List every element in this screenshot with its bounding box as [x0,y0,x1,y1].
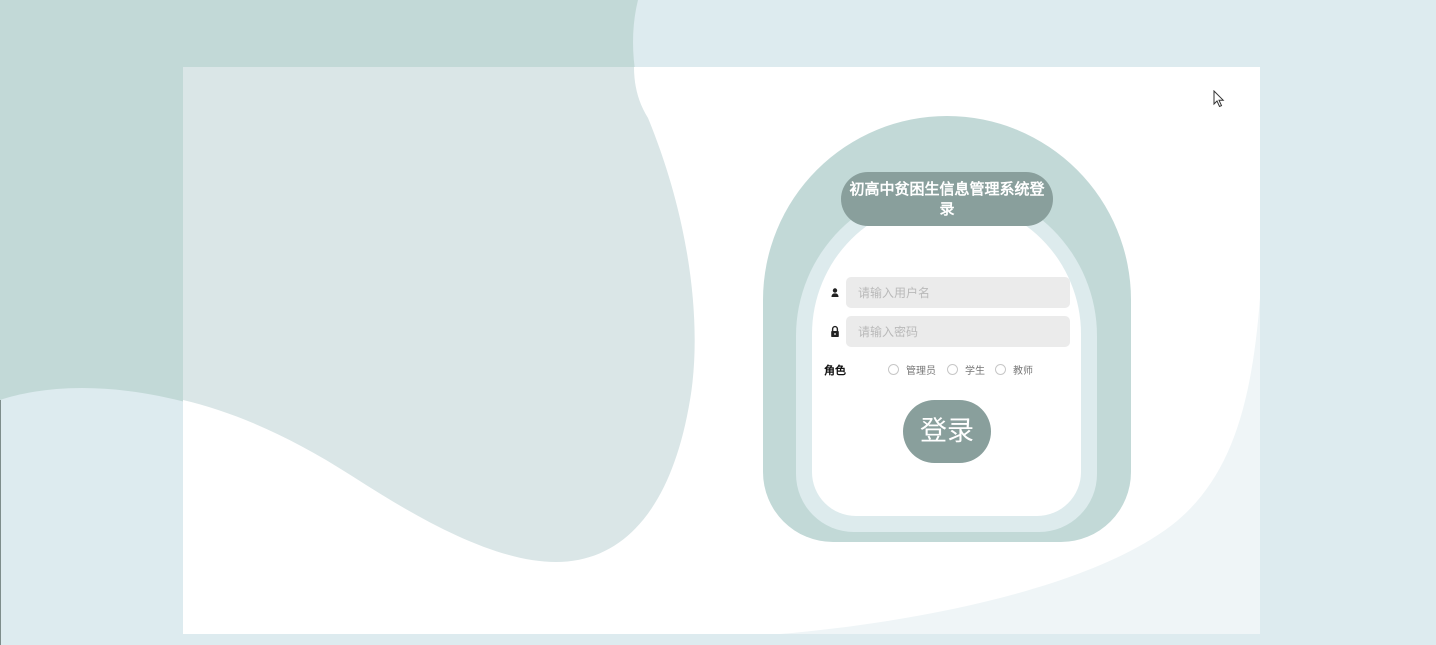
radio-circle-icon[interactable] [995,363,1006,375]
radio-circle-icon[interactable] [947,363,958,375]
username-input[interactable] [846,277,1070,308]
password-row [826,316,1070,347]
role-label: 角色 [824,364,846,377]
lock-icon [831,325,839,337]
role-radio-teacher[interactable]: 教师 [995,361,1033,377]
radio-circle-icon[interactable] [888,363,899,375]
role-radio-student[interactable]: 学生 [947,361,985,377]
user-icon [831,288,839,297]
login-title: 初高中贫困生信息管理系统登录 [841,172,1053,226]
role-option-label: 学生 [965,365,985,377]
password-input[interactable] [846,316,1070,347]
role-selector: 角色 管理员 学生 教师 [824,360,1074,378]
role-radio-admin[interactable]: 管理员 [888,361,936,377]
mouse-cursor-icon [1213,90,1225,108]
login-page: 初高中贫困生信息管理系统登录 角色 管理员 学生 教师 [0,0,1436,645]
login-form-panel [812,200,1081,516]
role-option-label: 教师 [1013,365,1033,377]
role-option-label: 管理员 [906,365,936,377]
username-row [826,277,1070,308]
login-button[interactable]: 登录 [903,400,991,463]
